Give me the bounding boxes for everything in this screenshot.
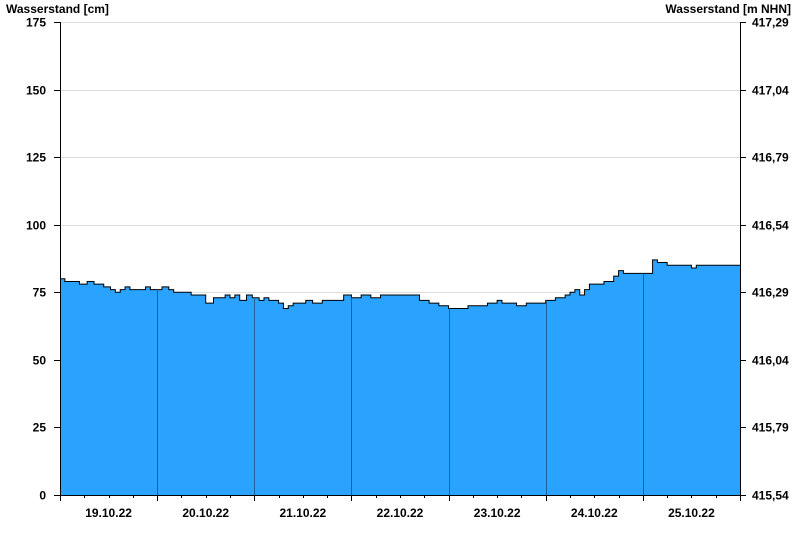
x-date-label: 21.10.22 — [279, 506, 326, 520]
left-tick-label: 75 — [33, 286, 47, 300]
water-level-chart: Wasserstand [cm] Wasserstand [m NHN] 0 25… — [6, 2, 791, 520]
x-date-label: 19.10.22 — [85, 506, 132, 520]
right-tick-label: 416,79 — [752, 151, 789, 165]
x-axis-ticks: 19.10.22 20.10.22 21.10.22 22.10.22 23.10.22… — [60, 495, 741, 520]
right-axis-ticks: 415,54 415,79 416,04 416,29 416,54 416,79 417,… — [740, 16, 789, 503]
left-tick-label: 50 — [33, 354, 47, 368]
right-tick-label: 416,54 — [752, 219, 789, 233]
left-tick-label: 150 — [26, 84, 46, 98]
left-axis-title: Wasserstand [cm] — [6, 2, 109, 16]
left-tick-label: 0 — [39, 489, 46, 503]
left-tick-label: 175 — [26, 16, 46, 30]
right-axis-title: Wasserstand [m NHN] — [665, 2, 791, 16]
right-tick-label: 416,04 — [752, 354, 789, 368]
right-tick-label: 415,79 — [752, 421, 789, 435]
x-date-label: 24.10.22 — [571, 506, 618, 520]
right-tick-label: 415,54 — [752, 489, 789, 503]
x-date-label: 22.10.22 — [377, 506, 424, 520]
x-date-label: 20.10.22 — [182, 506, 229, 520]
right-tick-label: 417,04 — [752, 84, 789, 98]
left-axis-ticks: 0 25 50 75 100 125 150 175 — [26, 16, 60, 503]
left-tick-label: 25 — [33, 421, 47, 435]
left-tick-label: 125 — [26, 151, 46, 165]
right-tick-label: 416,29 — [752, 286, 789, 300]
left-tick-label: 100 — [26, 219, 46, 233]
x-date-label: 25.10.22 — [668, 506, 715, 520]
right-tick-label: 417,29 — [752, 16, 789, 30]
x-date-label: 23.10.22 — [474, 506, 521, 520]
